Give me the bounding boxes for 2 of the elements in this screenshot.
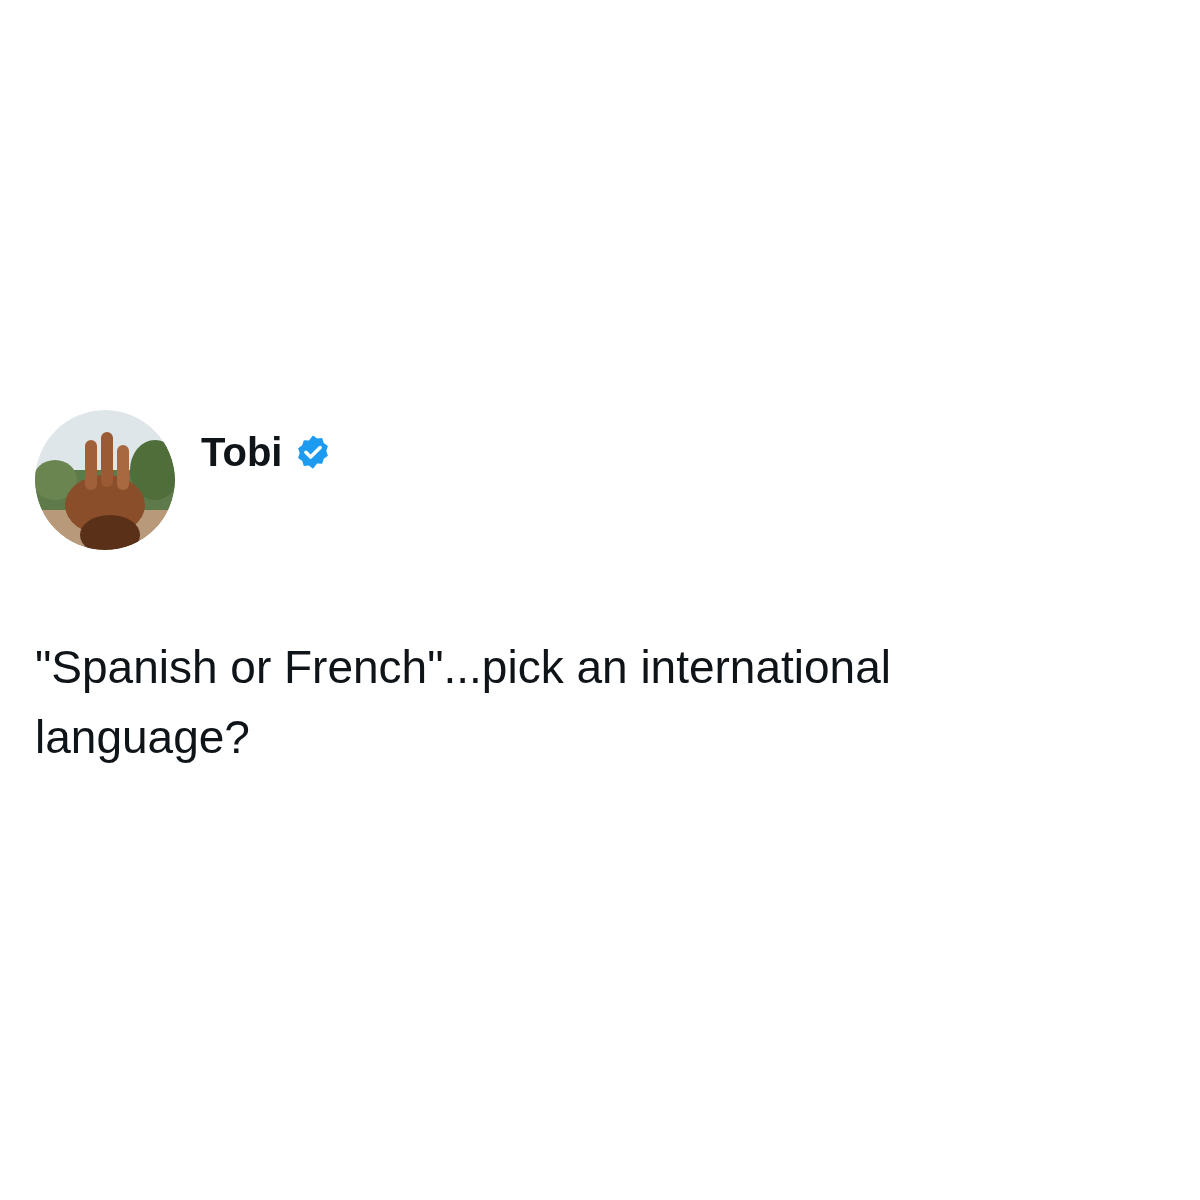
tweet-text: "Spanish or French"...pick an international language? [35, 640, 892, 765]
author-name: Tobi [201, 429, 283, 476]
